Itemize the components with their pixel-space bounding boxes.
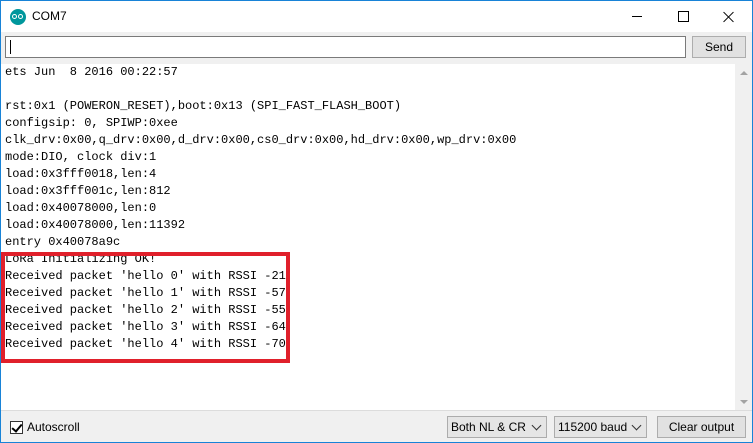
title-bar: COM7 (1, 1, 752, 32)
line-ending-value: Both NL & CR (451, 420, 526, 434)
close-button[interactable] (706, 1, 752, 32)
text-caret (10, 40, 11, 54)
output-line: clk_drv:0x00,q_drv:0x00,d_drv:0x00,cs0_d… (5, 133, 517, 147)
chevron-down-icon (631, 420, 642, 431)
output-line: mode:DIO, clock div:1 (5, 150, 157, 164)
output-line: load:0x3fff0018,len:4 (5, 167, 157, 181)
minimize-icon (632, 16, 642, 17)
output-line: entry 0x40078a9c (5, 235, 121, 249)
window-title: COM7 (32, 9, 67, 23)
output-line: rst:0x1 (POWERON_RESET),boot:0x13 (SPI_F… (5, 99, 402, 113)
autoscroll-label[interactable]: Autoscroll (27, 420, 80, 434)
chevron-down-icon (531, 420, 542, 431)
vertical-scrollbar[interactable] (735, 64, 752, 410)
send-button[interactable]: Send (692, 36, 746, 58)
maximize-icon (677, 11, 689, 22)
output-line: load:0x40078000,len:0 (5, 201, 157, 215)
output-line: load:0x40078000,len:11392 (5, 218, 186, 232)
baud-rate-value: 115200 baud (558, 420, 628, 434)
output-line: ets Jun 8 2016 00:22:57 (5, 65, 178, 79)
clear-output-button[interactable]: Clear output (657, 416, 746, 438)
close-icon (723, 11, 735, 23)
arrow-down-icon (739, 399, 748, 404)
minimize-button[interactable] (614, 1, 660, 32)
checkmark-icon (11, 421, 23, 433)
scroll-down-button[interactable] (735, 393, 752, 410)
output-line: configsip: 0, SPIWP:0xee (5, 116, 178, 130)
send-toolbar: Send (1, 32, 752, 64)
baud-rate-select[interactable]: 115200 baud (554, 416, 647, 438)
serial-input[interactable] (5, 36, 686, 58)
serial-monitor-window: COM7 Send ets Jun 8 2016 00:22:57 rst:0x… (0, 0, 753, 443)
arduino-icon (10, 9, 26, 25)
serial-output[interactable]: ets Jun 8 2016 00:22:57 rst:0x1 (POWERON… (1, 64, 735, 410)
maximize-button[interactable] (660, 1, 706, 32)
scroll-up-button[interactable] (735, 64, 752, 81)
output-line: load:0x3fff001c,len:812 (5, 184, 171, 198)
status-bar: Autoscroll Both NL & CR 115200 baud Clea… (1, 410, 752, 442)
line-ending-select[interactable]: Both NL & CR (447, 416, 547, 438)
highlight-box (1, 252, 290, 363)
autoscroll-checkbox[interactable] (10, 421, 23, 434)
arrow-up-icon (739, 70, 748, 75)
